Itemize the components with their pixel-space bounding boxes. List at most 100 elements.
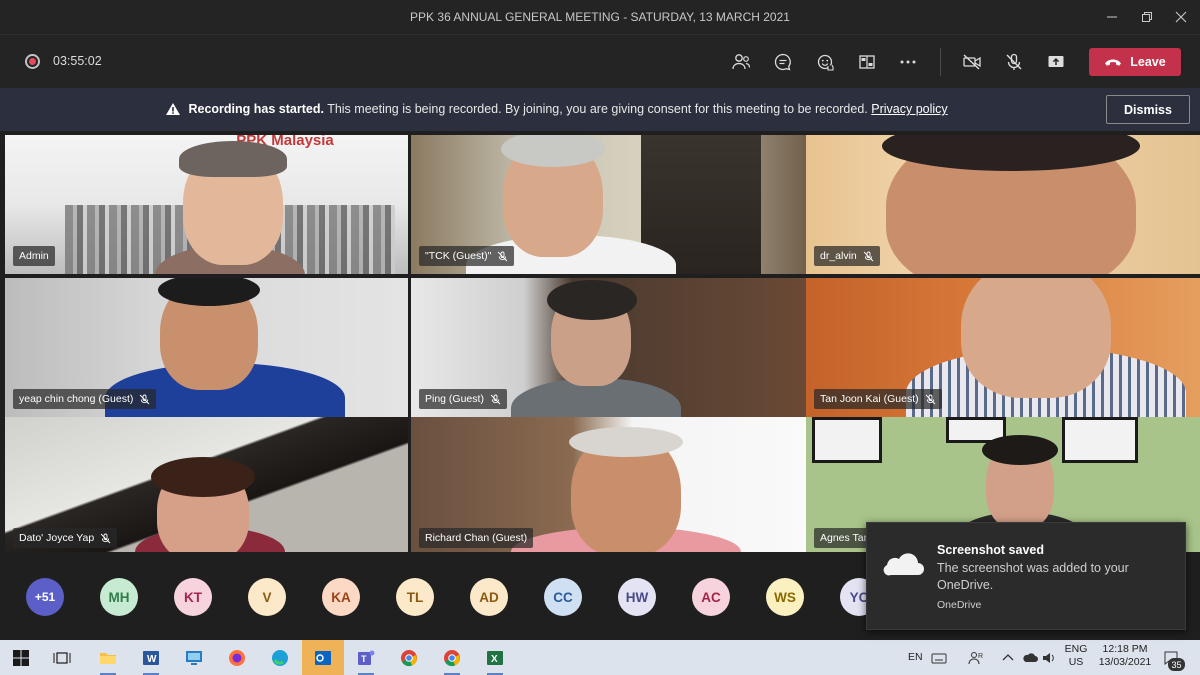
toolbar-divider: [940, 48, 941, 76]
outlook-icon: [315, 650, 331, 665]
task-view-icon: [53, 651, 71, 664]
taskbar-file-explorer[interactable]: [94, 644, 122, 675]
video-tile[interactable]: dr_alvin: [806, 135, 1200, 274]
svg-text:W: W: [147, 654, 157, 665]
share-content-button[interactable]: [1042, 48, 1070, 76]
restore-button[interactable]: [1132, 4, 1162, 30]
muted-mic-icon: [925, 394, 935, 404]
minimize-button[interactable]: [1097, 4, 1127, 30]
privacy-policy-link[interactable]: Privacy policy: [871, 102, 947, 116]
notification-count-badge: 35: [1168, 658, 1185, 671]
participant-avatar[interactable]: CC: [544, 578, 582, 616]
input-language[interactable]: EN: [908, 651, 923, 664]
muted-mic-icon: [490, 394, 501, 404]
svg-text:X: X: [491, 654, 498, 665]
keyboard-icon[interactable]: [931, 650, 947, 666]
chrome-icon: [401, 649, 417, 666]
raise-hand-icon: [817, 54, 834, 71]
taskbar-excel[interactable]: X: [481, 644, 509, 675]
taskbar-remote-desktop[interactable]: [180, 644, 208, 671]
camera-toggle-button[interactable]: [958, 48, 986, 76]
toast-title: Screenshot saved: [937, 543, 1044, 557]
muted-mic-icon: [140, 394, 150, 404]
toast-app-name: OneDrive: [937, 599, 982, 611]
reactions-button[interactable]: [811, 48, 839, 76]
taskbar-outlook[interactable]: [302, 640, 344, 675]
start-button[interactable]: [7, 644, 35, 671]
muted-mic-icon: [100, 533, 111, 543]
word-icon: W: [143, 650, 159, 665]
participant-avatar[interactable]: HW: [618, 578, 656, 616]
participant-name-tag: Tan Joon Kai (Guest): [814, 389, 942, 409]
edge-icon: [272, 649, 288, 666]
taskbar-edge[interactable]: [266, 644, 294, 671]
volume-icon[interactable]: [1041, 650, 1057, 666]
people-tray-icon[interactable]: R: [968, 650, 984, 666]
teams-icon: T: [358, 650, 375, 665]
firefox-icon: [229, 649, 245, 666]
video-tile[interactable]: "TCK (Guest)": [411, 135, 814, 274]
warning-icon: [166, 103, 180, 115]
video-tile[interactable]: Tan Joon Kai (Guest): [806, 278, 1200, 417]
video-tile[interactable]: Ping (Guest): [411, 278, 814, 417]
language-code: ENG: [1064, 643, 1088, 655]
chevron-up-icon[interactable]: [1000, 650, 1016, 666]
clock-date: 13/03/2021: [1098, 656, 1152, 668]
participant-name-tag: "TCK (Guest)": [419, 246, 515, 266]
recording-banner: Recording has started. This meeting is b…: [0, 88, 1200, 131]
windows-taskbar: W T X EN R ENG US 12:18 PM 13/03/2021: [0, 640, 1200, 675]
chrome-icon: [444, 649, 460, 666]
screenshot-toast[interactable]: Screenshot saved The screenshot was adde…: [866, 522, 1186, 630]
leave-button[interactable]: Leave: [1089, 48, 1181, 76]
video-tile[interactable]: yeap chin chong (Guest): [5, 278, 408, 417]
language-indicator[interactable]: ENG US: [1063, 643, 1089, 669]
participant-name: dr_alvin: [820, 250, 857, 262]
taskbar-firefox[interactable]: [223, 644, 251, 671]
excel-icon: X: [487, 650, 503, 665]
participant-avatar[interactable]: V: [248, 578, 286, 616]
task-view-button[interactable]: [48, 644, 76, 671]
participant-avatar[interactable]: AD: [470, 578, 508, 616]
rooms-button[interactable]: [853, 48, 881, 76]
clock[interactable]: 12:18 PM 13/03/2021: [1097, 643, 1153, 669]
participants-button[interactable]: [727, 48, 755, 76]
svg-text:R: R: [978, 653, 983, 660]
onedrive-cloud-icon: [883, 553, 924, 576]
mic-toggle-button[interactable]: [1000, 48, 1028, 76]
participant-name-tag: Richard Chan (Guest): [419, 528, 534, 548]
more-icon: [900, 60, 916, 64]
share-screen-icon: [1048, 56, 1064, 67]
svg-text:T: T: [361, 654, 367, 664]
video-tile[interactable]: PPK Malaysia Admin: [5, 135, 408, 274]
video-tile[interactable]: Richard Chan (Guest): [411, 417, 814, 556]
participant-avatar[interactable]: KT: [174, 578, 212, 616]
participant-name: Dato' Joyce Yap: [19, 532, 95, 544]
chat-button[interactable]: [769, 48, 797, 76]
toast-body: The screenshot was added to your OneDriv…: [937, 561, 1129, 592]
region-code: US: [1068, 656, 1084, 668]
meeting-timer: 03:55:02: [53, 54, 102, 68]
participant-avatar[interactable]: AC: [692, 578, 730, 616]
monitor-icon: [186, 650, 202, 665]
recording-indicator-icon: [25, 54, 40, 69]
breakout-rooms-icon: [859, 55, 875, 69]
mic-off-icon: [1006, 53, 1022, 70]
participant-name: Tan Joon Kai (Guest): [820, 393, 919, 405]
muted-mic-icon: [863, 251, 874, 261]
dismiss-button[interactable]: Dismiss: [1106, 95, 1190, 124]
close-button[interactable]: [1166, 4, 1196, 30]
taskbar-word[interactable]: W: [137, 644, 165, 675]
more-participants-button[interactable]: +51: [26, 578, 64, 616]
participant-avatar[interactable]: TL: [396, 578, 434, 616]
taskbar-chrome-2[interactable]: [438, 644, 466, 675]
participant-name: Ping (Guest): [425, 393, 484, 405]
taskbar-chrome[interactable]: [395, 644, 423, 671]
onedrive-tray-icon[interactable]: [1022, 650, 1038, 666]
participant-name: "TCK (Guest)": [425, 250, 492, 262]
video-tile[interactable]: Dato' Joyce Yap: [5, 417, 408, 556]
more-actions-button[interactable]: [894, 48, 922, 76]
participant-avatar[interactable]: KA: [322, 578, 360, 616]
participant-avatar[interactable]: MH: [100, 578, 138, 616]
taskbar-teams[interactable]: T: [352, 644, 380, 675]
participant-avatar[interactable]: WS: [766, 578, 804, 616]
